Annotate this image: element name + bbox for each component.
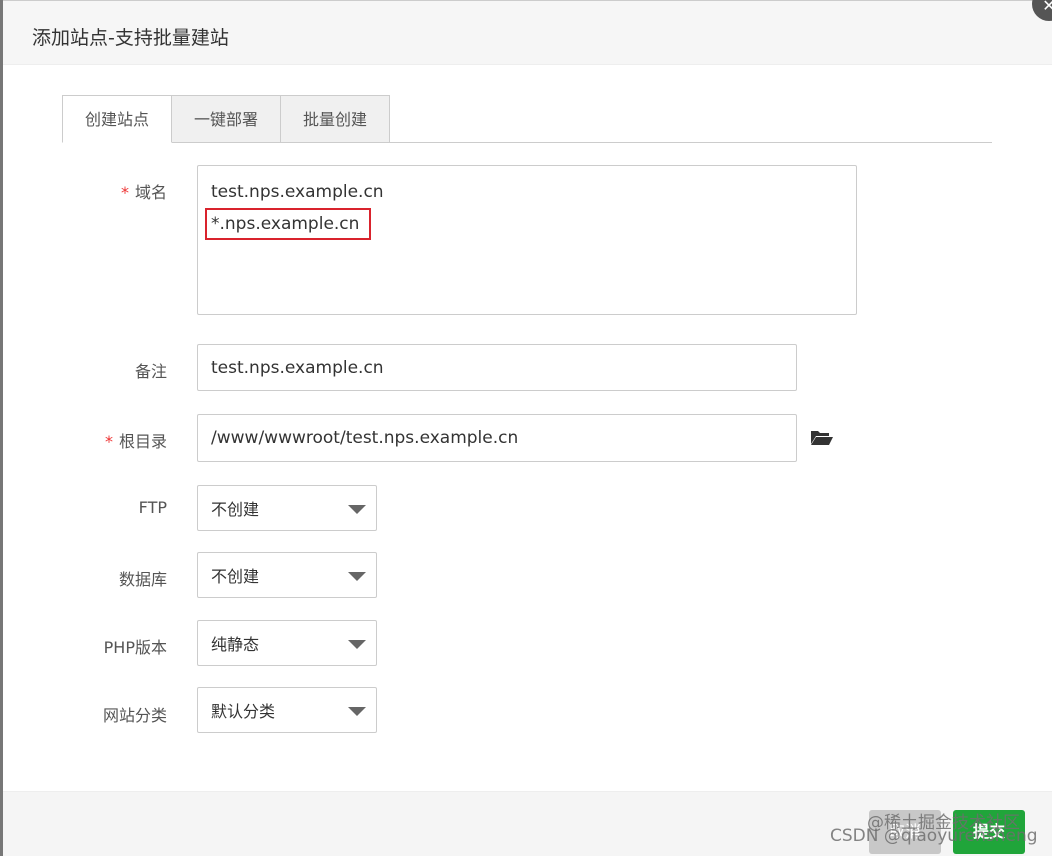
ftp-label: FTP	[138, 498, 167, 517]
highlighted-domain-line: *.nps.example.cn	[205, 208, 372, 240]
chevron-down-icon	[348, 572, 366, 581]
category-label: 网站分类	[102, 706, 167, 725]
chevron-down-icon	[348, 707, 366, 716]
dialog-title: 添加站点-支持批量建站	[3, 1, 1052, 65]
folder-open-icon[interactable]	[811, 429, 833, 445]
domain-textarea[interactable]: test.nps.example.cn *.nps.example.cn	[197, 165, 857, 315]
tab-bar: 创建站点 一键部署 批量创建	[62, 95, 992, 143]
php-version-select[interactable]: 纯静态	[197, 620, 377, 666]
root-dir-input[interactable]: /www/wwwroot/test.nps.example.cn	[197, 414, 797, 462]
remark-input[interactable]: test.nps.example.cn	[197, 344, 797, 391]
tab-create-site[interactable]: 创建站点	[62, 95, 173, 143]
database-select[interactable]: 不创建	[197, 552, 377, 598]
chevron-down-icon	[348, 505, 366, 514]
category-select[interactable]: 默认分类	[197, 687, 377, 733]
ftp-select[interactable]: 不创建	[197, 485, 377, 531]
watermark-line-2: CSDN @qiaoyurensheng	[830, 826, 1038, 846]
add-site-dialog: 添加站点-支持批量建站 ✕ 创建站点 一键部署 批量创建 * 域名 test.np…	[3, 0, 1052, 856]
database-label: 数据库	[118, 570, 167, 589]
tab-batch-create[interactable]: 批量创建	[281, 95, 391, 143]
chevron-down-icon	[348, 640, 366, 649]
tab-one-click-deploy[interactable]: 一键部署	[172, 95, 282, 143]
php-version-label: PHP版本	[103, 638, 167, 657]
remark-label: 备注	[134, 362, 167, 381]
domain-line: test.nps.example.cn	[211, 182, 384, 202]
root-label: * 根目录	[104, 432, 167, 451]
domain-label: * 域名	[120, 183, 167, 202]
